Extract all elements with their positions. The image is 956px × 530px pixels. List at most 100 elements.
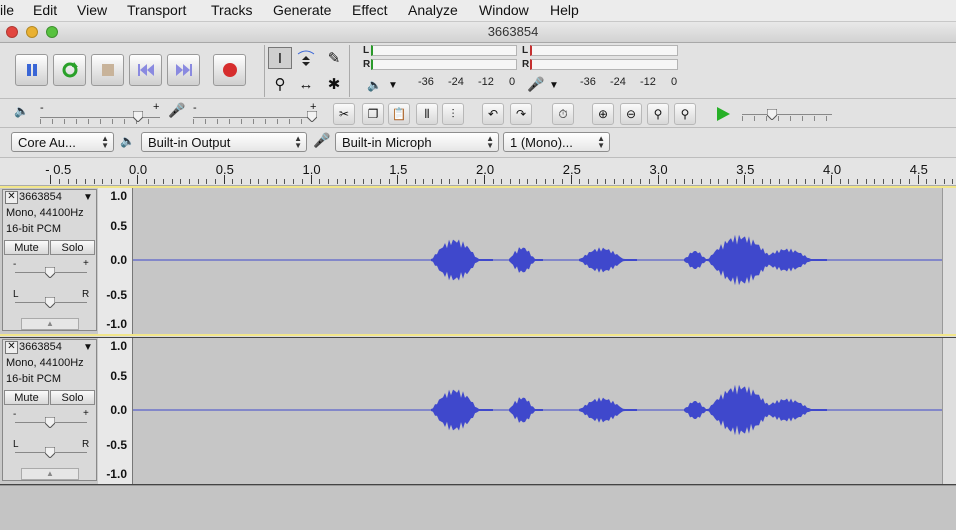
skip-end-button[interactable]: [167, 54, 200, 86]
output-volume-thumb[interactable]: [133, 111, 143, 122]
ruler-minor-tick: [371, 179, 373, 184]
zoom-in-button[interactable]: ⊕: [592, 103, 614, 125]
menu-generate[interactable]: Generate: [273, 2, 331, 18]
input-volume-thumb[interactable]: [307, 111, 317, 122]
play-at-speed-button[interactable]: [712, 103, 734, 125]
input-device-select[interactable]: Built-in Microph ▲ ▼: [335, 132, 499, 152]
close-track-icon[interactable]: ✕: [5, 191, 18, 204]
ruler-minor-tick: [466, 179, 468, 184]
menu-transport[interactable]: Transport: [127, 2, 186, 18]
audio-track[interactable]: ✕ 3663854 ▼ Mono, 44100Hz 16-bit PCM Mut…: [0, 337, 956, 485]
play-meter-tick: -24: [448, 76, 464, 88]
ruler-major-tick: [223, 175, 225, 184]
waveform-burst: [579, 247, 637, 273]
paste-button[interactable]: 📋: [388, 103, 410, 125]
time-shift-tool[interactable]: ↔: [294, 73, 318, 95]
pause-button[interactable]: [15, 54, 48, 86]
amplitude-ruler[interactable]: 1.0 0.5 0.0 -0.5 -1.0: [98, 338, 133, 484]
input-channels-select[interactable]: 1 (Mono)... ▲ ▼: [503, 132, 610, 152]
record-button[interactable]: [213, 54, 246, 86]
amplitude-label: -1.0: [106, 317, 127, 331]
zoom-out-button[interactable]: ⊖: [620, 103, 642, 125]
ruler-minor-tick: [874, 179, 876, 184]
audio-host-select[interactable]: Core Au... ▲ ▼: [11, 132, 114, 152]
ruler-minor-tick: [67, 179, 69, 184]
waveform-burst: [509, 247, 543, 273]
cut-button[interactable]: ✂: [333, 103, 355, 125]
play-speed-slider[interactable]: [742, 114, 832, 115]
close-track-icon[interactable]: ✕: [5, 341, 18, 354]
menu-edit[interactable]: Edit: [33, 2, 57, 18]
menu-view[interactable]: View: [77, 2, 107, 18]
envelope-icon: [297, 50, 315, 66]
solo-button[interactable]: Solo: [50, 240, 95, 255]
play-speed-thumb[interactable]: [767, 109, 777, 120]
ruler-minor-tick: [579, 179, 581, 184]
track-pan-thumb[interactable]: [45, 447, 55, 458]
zoom-tool[interactable]: ⚲: [268, 73, 292, 95]
amplitude-ruler[interactable]: 1.0 0.5 0.0 -0.5 -1.0: [98, 188, 133, 334]
track-scroll-edge: [942, 338, 956, 484]
trim-icon: ⫴: [424, 106, 430, 121]
selection-tool[interactable]: I: [268, 47, 292, 69]
trim-button[interactable]: ⫴: [416, 103, 438, 125]
microphone-icon: 🎤: [168, 102, 186, 118]
fit-project-button[interactable]: ⚲: [674, 103, 696, 125]
track-name[interactable]: 3663854: [19, 191, 62, 203]
menu-window[interactable]: Window: [479, 2, 529, 18]
undo-button[interactable]: ↶: [482, 103, 504, 125]
solo-button[interactable]: Solo: [50, 390, 95, 405]
chevron-down-icon[interactable]: ▼: [83, 192, 93, 203]
mute-button[interactable]: Mute: [4, 240, 49, 255]
output-device-select[interactable]: Built-in Output ▲ ▼: [141, 132, 307, 152]
menu-file[interactable]: ile: [0, 2, 14, 18]
track-control-panel[interactable]: ✕ 3663854 ▼ Mono, 44100Hz 16-bit PCM Mut…: [2, 189, 97, 331]
multi-tool[interactable]: ✱: [322, 73, 346, 95]
chevron-down-icon[interactable]: ▼: [83, 342, 93, 353]
stop-button[interactable]: [91, 54, 124, 86]
redo-button[interactable]: ↷: [510, 103, 532, 125]
ruler-minor-tick: [648, 179, 650, 184]
speaker-icon[interactable]: 🔈: [367, 78, 382, 92]
loop-play-button[interactable]: [53, 54, 86, 86]
track-control-panel[interactable]: ✕ 3663854 ▼ Mono, 44100Hz 16-bit PCM Mut…: [2, 339, 97, 481]
menu-analyze[interactable]: Analyze: [408, 2, 458, 18]
amplitude-label: 0.5: [110, 219, 127, 233]
silence-button[interactable]: ⫶: [442, 103, 464, 125]
track-pan-thumb[interactable]: [45, 297, 55, 308]
chevron-down-icon[interactable]: ▼: [549, 80, 559, 91]
ruler-minor-tick: [58, 179, 60, 184]
track-gain-thumb[interactable]: [45, 417, 55, 428]
menu-help[interactable]: Help: [550, 2, 579, 18]
menu-effect[interactable]: Effect: [352, 2, 388, 18]
ruler-minor-tick: [804, 179, 806, 184]
timeline-ruler[interactable]: - 0.5 0.0 0.5 1.0 1.5 2.0 2.5 3.0 3.5 4.0 4.5: [0, 157, 956, 186]
waveform-area[interactable]: [133, 338, 942, 484]
skip-start-button[interactable]: [129, 54, 162, 86]
record-meter-left: [530, 45, 678, 56]
ruler-minor-tick: [119, 179, 121, 184]
collapse-track-button[interactable]: ▲: [21, 468, 79, 480]
waveform-area[interactable]: [133, 188, 942, 334]
output-volume-plus: +: [153, 101, 160, 113]
input-volume-slider[interactable]: [193, 117, 313, 118]
chevron-down-icon[interactable]: ▼: [388, 80, 398, 91]
timer-icon: ⏱: [558, 106, 568, 121]
amplitude-label: -0.5: [106, 438, 127, 452]
draw-tool[interactable]: ✎: [322, 47, 346, 69]
copy-button[interactable]: ❐: [362, 103, 384, 125]
sync-lock-button[interactable]: ⏱: [552, 103, 574, 125]
fit-selection-button[interactable]: ⚲: [647, 103, 669, 125]
menu-tracks[interactable]: Tracks: [211, 2, 252, 18]
empty-track-area[interactable]: [0, 485, 956, 530]
ruler-minor-tick: [501, 179, 503, 184]
envelope-tool[interactable]: [294, 47, 318, 69]
track-gain-thumb[interactable]: [45, 267, 55, 278]
mute-button[interactable]: Mute: [4, 390, 49, 405]
magnifier-icon: ⚲: [274, 76, 286, 93]
track-scroll-edge: [942, 188, 956, 334]
track-name[interactable]: 3663854: [19, 341, 62, 353]
collapse-track-button[interactable]: ▲: [21, 318, 79, 330]
audio-track[interactable]: ✕ 3663854 ▼ Mono, 44100Hz 16-bit PCM Mut…: [0, 186, 956, 336]
microphone-icon[interactable]: 🎤: [527, 76, 544, 93]
